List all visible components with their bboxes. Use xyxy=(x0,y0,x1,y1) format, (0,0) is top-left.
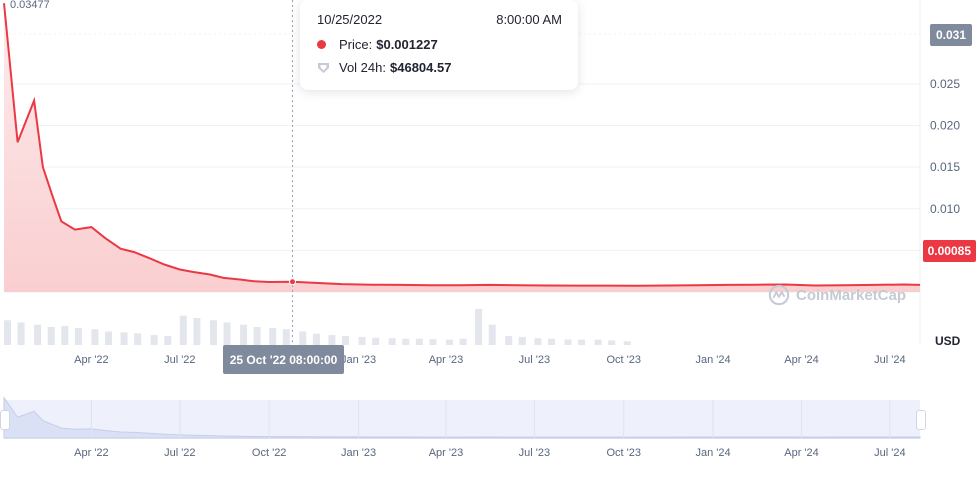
volume-bar xyxy=(61,326,69,345)
y-axis-ticks: 0.0250.0200.0150.0100.0050 xyxy=(930,77,967,257)
navigator-tick-label: Oct '22 xyxy=(252,447,287,459)
price-dot-icon xyxy=(317,40,326,49)
x-tick-label: Jan '24 xyxy=(696,354,731,366)
volume-bar xyxy=(134,333,142,345)
volume-bar xyxy=(342,336,350,345)
navigator-tick-label: Apr '24 xyxy=(784,447,819,459)
volume-bar xyxy=(388,338,396,345)
navigator-tick-label: Jul '22 xyxy=(164,447,195,459)
coinmarketcap-watermark: CoinMarketCap xyxy=(768,284,906,306)
x-tick-label: Apr '23 xyxy=(429,354,464,366)
volume-icon xyxy=(318,62,329,73)
volume-bar xyxy=(4,320,11,345)
volume-bar xyxy=(282,329,290,345)
volume-bar xyxy=(164,336,172,345)
navigator-tick-label: Apr '22 xyxy=(74,447,109,459)
y-tick-label: 0.020 xyxy=(930,119,960,133)
volume-bar xyxy=(415,338,423,345)
x-tick-label: Jul '24 xyxy=(874,354,905,366)
tooltip-volume-value: $46804.57 xyxy=(390,60,452,75)
volume-bar xyxy=(47,327,55,345)
navigator-right-handle[interactable] xyxy=(916,410,926,430)
navigator-tick-label: Jul '23 xyxy=(519,447,550,459)
x-tick-label: Apr '24 xyxy=(784,354,819,366)
y-tick-label: 0.025 xyxy=(930,77,960,91)
volume-bar xyxy=(328,335,336,345)
volume-bar xyxy=(564,339,572,345)
volume-bar xyxy=(120,332,128,345)
hover-date-badge: 25 Oct '22 08:00:00 xyxy=(223,345,344,374)
x-tick-label: Apr '22 xyxy=(74,354,109,366)
volume-bar xyxy=(17,322,25,345)
volume-bar xyxy=(34,324,42,345)
volume-bar xyxy=(299,331,307,345)
x-tick-label: Oct '23 xyxy=(606,354,641,366)
volume-bar xyxy=(312,333,320,345)
volume-bar xyxy=(608,340,616,345)
volume-bar xyxy=(445,339,453,345)
volume-bar xyxy=(505,336,513,345)
volume-bar xyxy=(91,329,99,345)
volume-bar xyxy=(372,337,380,345)
volume-bar xyxy=(429,339,437,345)
navigator-tick-label: Apr '23 xyxy=(429,447,464,459)
volume-bar xyxy=(623,341,631,345)
volume-bar xyxy=(402,338,410,345)
tooltip-price-value: $0.001227 xyxy=(376,37,438,52)
volume-bar xyxy=(179,315,187,345)
watermark-text: CoinMarketCap xyxy=(796,286,907,304)
volume-bars xyxy=(4,309,631,345)
x-tick-label: Jul '23 xyxy=(519,354,550,366)
tooltip-price-label: Price: xyxy=(339,37,373,52)
volume-bar xyxy=(74,327,82,345)
tooltip-volume-label: Vol 24h: xyxy=(339,60,386,75)
y-tick-label: 0.010 xyxy=(930,202,960,216)
tooltip-price-row: Price: $0.001227 xyxy=(317,37,438,52)
volume-bar xyxy=(358,336,366,345)
navigator-tick-label: Oct '23 xyxy=(606,447,641,459)
volume-bar xyxy=(150,335,158,345)
volume-bar xyxy=(534,338,542,345)
volume-bar xyxy=(105,331,113,345)
hover-point xyxy=(288,278,296,286)
volume-bar xyxy=(240,324,248,345)
tooltip-volume-row: Vol 24h: $46804.57 xyxy=(317,60,451,75)
navigator-left-handle[interactable] xyxy=(0,410,10,430)
coinmarketcap-logo-icon xyxy=(768,284,790,306)
navigator-ticks: Apr '22 Jul '22 Oct '22 Jan '23 Apr '23 Jul '… xyxy=(74,447,905,459)
volume-bar xyxy=(475,309,483,345)
volume-bar xyxy=(459,338,467,345)
volume-bar xyxy=(223,322,231,345)
tooltip-time: 8:00:00 AM xyxy=(496,12,562,27)
volume-bar xyxy=(594,339,602,345)
tooltip-date: 10/25/2022 xyxy=(317,12,383,27)
y-tick-label: 0.015 xyxy=(930,160,960,174)
volume-bar xyxy=(269,327,277,345)
max-price-label: 0.03477 xyxy=(10,0,50,11)
current-price-badge: 0.00085 xyxy=(922,240,976,262)
currency-label: USD xyxy=(935,334,961,348)
volume-bar xyxy=(547,338,555,345)
volume-bar xyxy=(518,336,526,345)
navigator-tick-label: Jul '24 xyxy=(874,447,905,459)
volume-bar xyxy=(193,318,201,345)
volume-bar xyxy=(209,320,217,345)
top-price-badge: 0.031 xyxy=(929,24,972,46)
navigator-tick-label: Jan '24 xyxy=(696,447,731,459)
x-axis-ticks: Apr '22Jul '22Oct '22Jan '23Apr '23Jul '… xyxy=(74,354,905,366)
x-tick-label: Jul '22 xyxy=(164,354,195,366)
navigator-tick-label: Jan '23 xyxy=(341,447,376,459)
x-tick-label: Jan '23 xyxy=(341,354,376,366)
volume-bar xyxy=(488,324,496,345)
hover-tooltip: 10/25/2022 8:00:00 AM Price: $0.001227 V… xyxy=(300,0,578,90)
volume-bar xyxy=(578,339,586,345)
volume-bar xyxy=(253,327,261,345)
